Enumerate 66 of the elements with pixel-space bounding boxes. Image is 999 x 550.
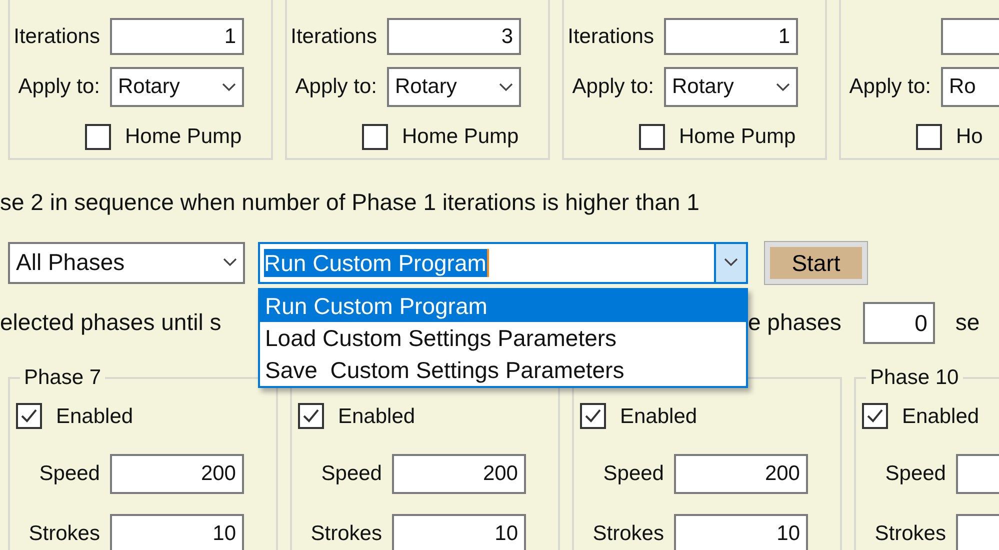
- checkbox-label: Home Pump: [125, 124, 242, 150]
- check-icon: [20, 408, 38, 424]
- dropdown-option[interactable]: Load Custom Settings Parameters: [260, 322, 746, 354]
- sequence-note: se 2 in sequence when number of Phase 1 iterations is higher than 1: [0, 188, 700, 217]
- iterations-label: Iterations: [566, 24, 655, 50]
- checkbox-label: Home Pump: [679, 124, 796, 150]
- checkbox[interactable]: [862, 403, 888, 430]
- check-icon: [866, 408, 884, 424]
- combo-text: Run Custom Program: [264, 248, 490, 276]
- dropdown-option[interactable]: Run Custom Program: [260, 290, 746, 322]
- checkbox[interactable]: [362, 124, 388, 150]
- checkbox[interactable]: [916, 124, 942, 150]
- iterations-label: Iterations: [12, 24, 101, 50]
- checkbox-label: Enabled: [902, 404, 980, 430]
- check-icon: [584, 408, 602, 424]
- dropdown-button[interactable]: [714, 244, 746, 282]
- checkbox-label: Enabled: [338, 404, 416, 430]
- checkbox-label: Ho: [956, 124, 983, 150]
- speed-field[interactable]: 200: [674, 454, 808, 494]
- strokes-field[interactable]: 10: [392, 514, 526, 550]
- apply-to-label: Apply to:: [571, 74, 655, 100]
- caret-icon: [724, 258, 738, 267]
- apply-to-select[interactable]: Ro: [941, 67, 999, 107]
- apply-to-select[interactable]: Rotary: [110, 67, 244, 107]
- apply-to-label: Apply to:: [17, 74, 101, 100]
- checkbox[interactable]: [298, 403, 324, 430]
- speed-label: Speed: [38, 461, 101, 488]
- caret-icon: [222, 82, 236, 92]
- checkbox-label: Enabled: [56, 404, 134, 430]
- description-text: e phases: [748, 308, 842, 338]
- strokes-label: Strokes: [874, 521, 947, 548]
- caret-icon: [223, 258, 237, 267]
- speed-label: Speed: [602, 461, 665, 488]
- speed-label: Speed: [320, 461, 383, 488]
- speed-label: Speed: [884, 461, 947, 488]
- checkbox-label: Enabled: [620, 404, 698, 430]
- iterations-field[interactable]: 1: [664, 18, 798, 55]
- checkbox[interactable]: [85, 124, 111, 150]
- checkbox-label: Home Pump: [402, 124, 519, 150]
- apply-to-label: Apply to:: [294, 74, 378, 100]
- speed-field[interactable]: 200: [110, 454, 244, 494]
- strokes-label: Strokes: [592, 521, 665, 548]
- checkbox[interactable]: [580, 403, 606, 430]
- apply-to-select[interactable]: Rotary: [664, 67, 798, 107]
- strokes-label: Strokes: [310, 521, 383, 548]
- strokes-label: Strokes: [28, 521, 101, 548]
- description-text: elected phases until s: [0, 309, 222, 336]
- apply-to-label: Apply to:: [848, 74, 932, 100]
- checkbox[interactable]: [16, 403, 42, 430]
- strokes-field[interactable]: 10: [110, 514, 244, 550]
- caret-icon: [776, 82, 790, 92]
- action-combo-box[interactable]: Run Custom Program: [258, 242, 748, 284]
- iterations-field[interactable]: 3: [387, 18, 521, 55]
- check-icon: [302, 408, 320, 424]
- iterations-field[interactable]: 1: [110, 18, 244, 55]
- speed-field[interactable]: 200: [392, 454, 526, 494]
- phase-select[interactable]: All Phases: [8, 242, 245, 284]
- unit-label: se: [955, 308, 980, 338]
- start-button[interactable]: Start: [765, 242, 867, 284]
- iterations-label: Iterations: [290, 24, 378, 50]
- checkbox[interactable]: [639, 124, 665, 150]
- caret-icon: [499, 82, 513, 92]
- strokes-field[interactable]: 10: [674, 514, 808, 550]
- delay-field[interactable]: 0: [863, 302, 936, 344]
- dropdown-option[interactable]: Save Custom Settings Parameters: [260, 354, 746, 386]
- apply-to-select[interactable]: Rotary: [387, 67, 521, 107]
